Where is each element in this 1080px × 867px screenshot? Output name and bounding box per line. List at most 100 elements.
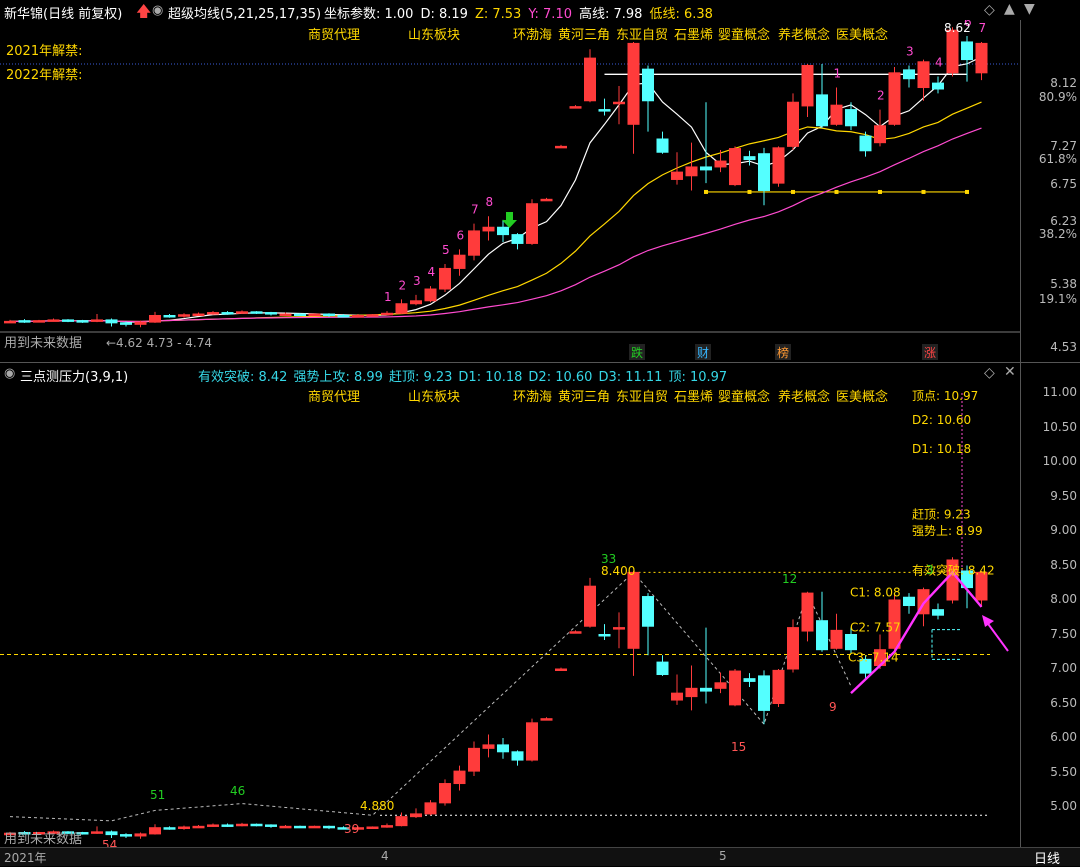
upper-candle [875, 126, 886, 143]
upper-candle [672, 172, 683, 179]
upper-candle [860, 136, 871, 151]
upper-candle [976, 43, 987, 72]
low-line-marker [748, 190, 752, 194]
lower-axis-tick: 8.50 [1050, 558, 1077, 572]
upper-candle [63, 320, 74, 322]
pivot-label: 3 [926, 563, 934, 577]
lower-axis-tick: 6.00 [1050, 730, 1077, 744]
lower-axis-tick: 6.50 [1050, 696, 1077, 710]
upper-candle [686, 167, 697, 176]
settings-icon[interactable]: ◉ [152, 3, 163, 18]
upper-axis-tick: 7.27 [1050, 139, 1077, 153]
upper-candle [106, 320, 117, 323]
period-tab-daily[interactable]: 日线 [1034, 848, 1060, 867]
upper-axis-tick: 6.23 [1050, 214, 1077, 228]
upper-candle [353, 315, 364, 317]
lower-axis-tick: 11.00 [1043, 385, 1077, 399]
lower-candle [585, 586, 596, 626]
upper-candle [179, 315, 190, 317]
upper-candle [396, 304, 407, 314]
upper-candle [92, 320, 103, 322]
upper-candle [541, 199, 552, 201]
concept-tag[interactable]: 商贸代理 [308, 24, 360, 43]
sell-arrow-icon [502, 212, 517, 228]
diamond-icon[interactable]: ◇ [984, 2, 995, 18]
upper-candle [425, 289, 436, 301]
pressure-indicator-chart[interactable]: 顶点: 10.97D2: 10.60D1: 10.18赶顶: 9.23强势上: … [0, 363, 1020, 847]
event-marker-label: 榜 [777, 345, 789, 360]
upper-candle [498, 227, 509, 234]
pivot-label: 51 [150, 788, 165, 802]
pivot-label: 8.400 [601, 564, 635, 578]
scroll-down-icon[interactable]: ▼ [1024, 1, 1035, 17]
c-point-label: C3: 7.14 [848, 650, 899, 664]
upper-candle [338, 315, 349, 317]
low-line-marker [835, 190, 839, 194]
lower-candle [382, 826, 393, 828]
upper-candle [309, 314, 320, 316]
pointer-arrow [986, 621, 1008, 651]
lower-candle [164, 828, 175, 830]
upper-candle [643, 69, 654, 101]
scroll-up-icon[interactable]: ▲ [1004, 1, 1015, 17]
lower-candle [280, 826, 291, 828]
upper-candle [715, 161, 726, 167]
upper-candle [483, 227, 494, 231]
upper-candle [469, 231, 480, 255]
upper-candle [570, 107, 581, 109]
lower-candle [686, 688, 697, 696]
main-kline-chart[interactable]: 1234567812345678.62跌财榜涨 [0, 20, 1020, 365]
lower-candle [846, 635, 857, 650]
low-line-marker [922, 190, 926, 194]
low-line-marker [878, 190, 882, 194]
upper-candle [237, 312, 248, 314]
lower-candle [802, 593, 813, 631]
concept-tag[interactable]: 婴童概念 [718, 24, 770, 43]
upper-axis-tick: 19.1% [1039, 292, 1077, 306]
lower-candle [222, 825, 233, 827]
chart-header: 新华锦(日线 前复权) 🡅 ◉ 超级均线(5,21,25,17,35) 坐标参数… [0, 0, 1080, 22]
upper-candle [817, 95, 828, 126]
lower-axis-tick: 9.50 [1050, 489, 1077, 503]
lower-candle [730, 671, 741, 705]
wave-count: 4 [935, 56, 943, 70]
wave-count: 5 [442, 243, 450, 257]
lower-candle [817, 621, 828, 650]
concept-tag[interactable]: 石墨烯 [674, 24, 713, 43]
lower-candle [773, 670, 784, 703]
lower-candle [396, 817, 407, 826]
lower-candle [179, 827, 190, 829]
concept-tag[interactable]: 山东板块 [408, 24, 460, 43]
concept-tag[interactable]: 黄河三角 [558, 24, 610, 43]
wave-count: 7 [979, 21, 987, 35]
wave-count: 4 [428, 265, 436, 279]
upper-axis-tick: 5.38 [1050, 277, 1077, 291]
upper-candle [382, 313, 393, 315]
upper-candle [788, 102, 799, 146]
lower-axis-tick: 9.00 [1050, 523, 1077, 537]
lower-axis-tick: 7.00 [1050, 661, 1077, 675]
pivot-label: 46 [230, 784, 245, 798]
upper-candle [773, 148, 784, 183]
lower-candle [614, 628, 625, 630]
lower-candle [193, 826, 204, 828]
upper-candle [759, 154, 770, 191]
upper-concept-row: 商贸代理 山东板块 环渤海黄河三角东亚自贸石墨烯婴童概念养老概念医美概念 [308, 24, 908, 44]
lower-candle [92, 832, 103, 834]
time-axis-year: 2021年 [4, 849, 47, 866]
concept-tag[interactable]: 东亚自贸 [616, 24, 668, 43]
ma-line-17 [10, 102, 982, 321]
lower-candle [425, 803, 436, 814]
concept-tag[interactable]: 养老概念 [778, 24, 830, 43]
lower-candle [744, 679, 755, 682]
wave-count: 3 [413, 274, 421, 288]
lower-candle [237, 824, 248, 826]
upper-axis-tick: 61.8% [1039, 152, 1077, 166]
concept-tag[interactable]: 环渤海 [513, 24, 552, 43]
upper-candle [585, 58, 596, 101]
lower-candle [541, 719, 552, 721]
concept-tag[interactable]: 医美概念 [836, 24, 888, 43]
upper-candle [19, 321, 30, 323]
upper-candle [208, 313, 219, 315]
upper-candle [962, 42, 973, 60]
